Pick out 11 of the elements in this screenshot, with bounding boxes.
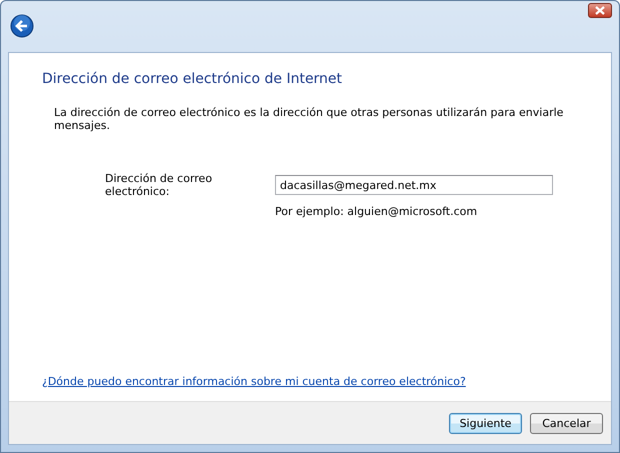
email-label: Dirección de correo electrónico:	[105, 172, 214, 198]
back-arrow-button[interactable]	[10, 14, 34, 38]
description-text: La dirección de correo electrónico es la dirección que otras personas utilizarán para enviarle mensajes.	[54, 106, 564, 132]
email-input-field[interactable]: dacasillas@megared.net.mx	[275, 175, 553, 195]
help-link[interactable]: ¿Dónde puedo encontrar información sobre mi cuenta de correo electrónico?	[42, 375, 466, 388]
example-hint: Por ejemplo: alguien@microsoft.com	[275, 205, 478, 218]
next-button[interactable]: Siguiente	[449, 412, 522, 434]
close-icon	[595, 6, 605, 15]
close-button[interactable]	[588, 3, 612, 18]
page-heading: Dirección de correo electrónico de Internet	[42, 71, 344, 87]
cancel-button[interactable]: Cancelar	[530, 412, 603, 434]
